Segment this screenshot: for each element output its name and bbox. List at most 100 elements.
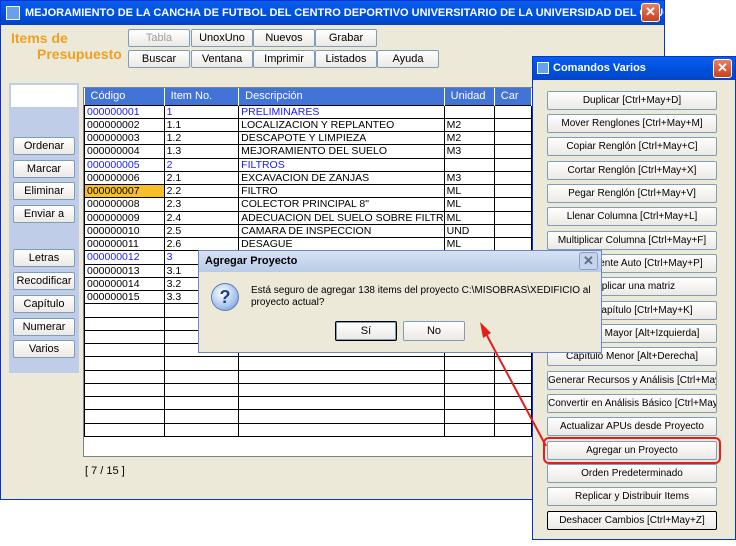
cell-item-no[interactable]: 1 — [163, 104, 240, 119]
table-row[interactable]: 000000008 2.3 COLECTOR PRINCIPAL 8" ML — [84, 197, 532, 212]
cell-item-no[interactable]: 2.1 — [163, 170, 240, 186]
cell-codigo[interactable] — [84, 303, 165, 318]
cell-item-no[interactable]: 2.4 — [163, 210, 240, 225]
cell-descripcion[interactable]: ADECUACION DEL SUELO SOBRE FILTR — [238, 210, 445, 225]
cell-descripcion[interactable]: COLECTOR PRINCIPAL 8" — [238, 197, 445, 212]
cell-unidad[interactable]: M2 — [443, 130, 495, 146]
enviar-a-button[interactable]: Enviar a — [13, 205, 75, 223]
cell-descripcion[interactable]: FILTRO — [238, 183, 445, 199]
cell-item-no[interactable]: 1.1 — [163, 117, 240, 133]
cell-descripcion[interactable]: FILTROS — [238, 157, 445, 172]
cell-codigo[interactable] — [84, 395, 165, 411]
cell-item-no[interactable] — [163, 395, 240, 411]
table-row[interactable]: 000000002 1.1 LOCALIZACION Y REPLANTEO M2 — [84, 117, 532, 133]
cell-unidad[interactable]: M3 — [443, 170, 495, 186]
cell-cantidad[interactable] — [493, 117, 532, 133]
comando-button[interactable]: Cortar Renglón [Ctrl+May+X] — [547, 161, 717, 180]
table-row[interactable]: 000000001 1 PRELIMINARES — [84, 104, 532, 119]
cell-unidad[interactable]: M3 — [443, 144, 495, 159]
cell-item-no[interactable] — [163, 409, 240, 424]
comando-button[interactable]: Multiplicar Columna [Ctrl+May+F] — [547, 231, 717, 250]
cell-item-no[interactable]: 2.3 — [163, 197, 240, 212]
cell-codigo[interactable] — [84, 329, 165, 345]
varios-button[interactable]: Varios — [13, 340, 75, 358]
cell-unidad[interactable] — [443, 157, 495, 172]
cell-item-no[interactable] — [163, 382, 240, 398]
cell-unidad[interactable] — [443, 395, 495, 411]
table-row[interactable] — [84, 356, 532, 371]
ventana-button[interactable]: Ventana — [191, 50, 253, 68]
cell-descripcion[interactable]: MEJORAMIENTO DEL SUELO — [238, 144, 445, 159]
col-header-cantidad[interactable]: Car — [494, 88, 532, 105]
cell-item-no[interactable] — [163, 422, 240, 437]
cell-unidad[interactable] — [443, 356, 495, 371]
cell-cantidad[interactable] — [493, 197, 532, 212]
cell-unidad[interactable]: UND — [443, 223, 495, 239]
cell-descripcion[interactable] — [238, 409, 445, 424]
comando-button[interactable]: Replicar y Distribuir Items — [547, 487, 717, 506]
left-panel-field[interactable] — [11, 85, 77, 107]
cell-cantidad[interactable] — [493, 223, 532, 239]
table-row[interactable] — [84, 395, 532, 411]
cell-codigo[interactable]: 000000006 — [84, 170, 165, 186]
cell-codigo[interactable] — [84, 356, 165, 371]
cell-unidad[interactable]: ML — [443, 236, 495, 252]
col-header-item-no[interactable]: Item No. — [164, 88, 240, 105]
table-row[interactable] — [84, 409, 532, 424]
table-row[interactable]: 000000003 1.2 DESCAPOTE Y LIMPIEZA M2 — [84, 130, 532, 146]
cell-codigo[interactable]: 000000011 — [84, 236, 165, 252]
capitulo-button[interactable]: Capítulo — [13, 295, 75, 313]
cell-codigo[interactable]: 000000014 — [84, 276, 165, 292]
cell-descripcion[interactable] — [238, 356, 445, 371]
table-row[interactable]: 000000011 2.6 DESAGUE ML — [84, 236, 532, 252]
cell-item-no[interactable]: 1.3 — [163, 144, 240, 159]
cell-descripcion[interactable] — [238, 382, 445, 398]
cell-unidad[interactable] — [443, 409, 495, 424]
cell-codigo[interactable] — [84, 369, 165, 384]
cell-cantidad[interactable] — [493, 236, 532, 252]
cell-unidad[interactable] — [443, 422, 495, 437]
table-row[interactable]: 000000007 2.2 FILTRO ML — [84, 183, 532, 199]
comando-button[interactable]: Llenar Columna [Ctrl+May+L] — [547, 207, 717, 226]
table-row[interactable] — [84, 382, 532, 398]
cell-unidad[interactable] — [443, 104, 495, 119]
cell-descripcion[interactable]: DESAGUE — [238, 236, 445, 252]
cell-unidad[interactable]: ML — [443, 183, 495, 199]
table-row[interactable] — [84, 369, 532, 384]
cell-codigo[interactable] — [84, 422, 165, 437]
cell-codigo[interactable] — [84, 342, 165, 358]
cell-item-no[interactable] — [163, 369, 240, 384]
cell-cantidad[interactable] — [493, 170, 532, 186]
cell-cantidad[interactable] — [493, 144, 532, 159]
comandos-close-icon[interactable]: ✕ — [713, 59, 732, 78]
cell-unidad[interactable]: ML — [443, 197, 495, 212]
cell-codigo[interactable]: 000000007 — [84, 183, 165, 199]
cell-unidad[interactable] — [443, 382, 495, 398]
no-button[interactable]: No — [403, 321, 465, 341]
listados-button[interactable]: Listados — [315, 50, 377, 68]
comandos-title-bar[interactable]: Comandos Varios — [533, 57, 735, 80]
table-row[interactable]: 000000006 2.1 EXCAVACION DE ZANJAS M3 — [84, 170, 532, 186]
cell-codigo[interactable]: 000000009 — [84, 210, 165, 225]
yes-button[interactable]: Sí — [335, 321, 397, 341]
comando-button[interactable]: Pegar Renglón [Ctrl+May+V] — [547, 184, 717, 203]
cell-codigo[interactable]: 000000012 — [84, 250, 165, 265]
comando-button[interactable]: Convertir en Análisis Básico [Ctrl+May+Q… — [547, 394, 717, 413]
cell-codigo[interactable]: 000000013 — [84, 263, 165, 278]
grabar-button[interactable]: Grabar — [315, 29, 377, 47]
cell-codigo[interactable]: 000000003 — [84, 130, 165, 146]
col-header-codigo[interactable]: Código — [84, 88, 165, 105]
cell-codigo[interactable]: 000000004 — [84, 144, 165, 159]
comando-button[interactable]: Actualizar APUs desde Proyecto — [547, 417, 717, 436]
cell-item-no[interactable] — [163, 356, 240, 371]
cell-unidad[interactable]: ML — [443, 210, 495, 225]
cell-cantidad[interactable] — [493, 130, 532, 146]
cell-cantidad[interactable] — [493, 409, 532, 424]
cell-codigo[interactable]: 000000002 — [84, 117, 165, 133]
cell-descripcion[interactable]: DESCAPOTE Y LIMPIEZA — [238, 130, 445, 146]
cell-item-no[interactable]: 2.5 — [163, 223, 240, 239]
cell-cantidad[interactable] — [493, 210, 532, 225]
table-row[interactable]: 000000005 2 FILTROS — [84, 157, 532, 172]
imprimir-button[interactable]: Imprimir — [253, 50, 315, 68]
table-row[interactable]: 000000010 2.5 CAMARA DE INSPECCION UND — [84, 223, 532, 239]
